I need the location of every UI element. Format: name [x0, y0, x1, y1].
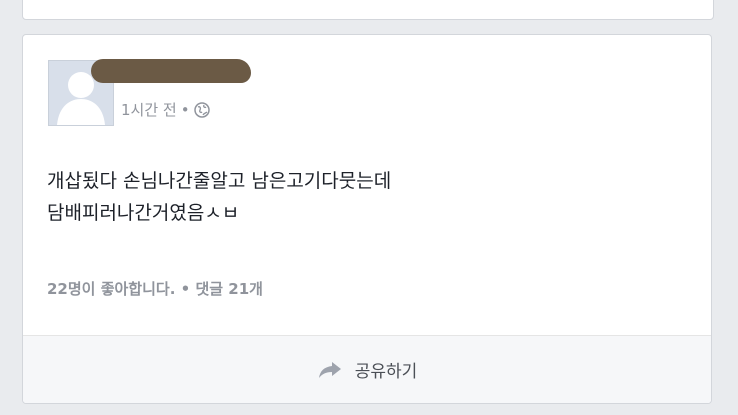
comments-count[interactable]: 댓글 21개: [195, 280, 263, 298]
post-timestamp[interactable]: 1시간 전: [121, 99, 177, 120]
counts-separator: •: [180, 280, 191, 298]
post-text-line: 개삽됬다 손님나간줄알고 남은고기다뭇는데: [47, 170, 392, 192]
meta-separator: •: [180, 100, 190, 119]
reaction-counts: 22명이 좋아합니다. • 댓글 21개: [47, 278, 263, 299]
likes-count[interactable]: 22명이 좋아합니다.: [47, 280, 175, 298]
globe-icon: [193, 101, 210, 118]
post-text: 개삽됬다 손님나간줄알고 남은고기다뭇는데 담배피러나간거였음ㅅㅂ: [47, 165, 687, 229]
post-meta: 1시간 전 •: [121, 99, 210, 120]
share-arrow-icon: [317, 360, 343, 380]
share-button[interactable]: 공유하기: [317, 357, 418, 382]
previous-post-card-edge: [22, 0, 714, 20]
redacted-author-name[interactable]: [91, 59, 251, 83]
share-label: 공유하기: [354, 362, 418, 382]
post-card: 1시간 전 • 개삽됬다 손님나간줄알고 남은고기다뭇는데 담배피러나간거였음ㅅ…: [22, 34, 712, 404]
post-text-line: 담배피러나간거였음ㅅㅂ: [47, 202, 240, 224]
post-actions-bar: 공유하기: [23, 335, 711, 403]
